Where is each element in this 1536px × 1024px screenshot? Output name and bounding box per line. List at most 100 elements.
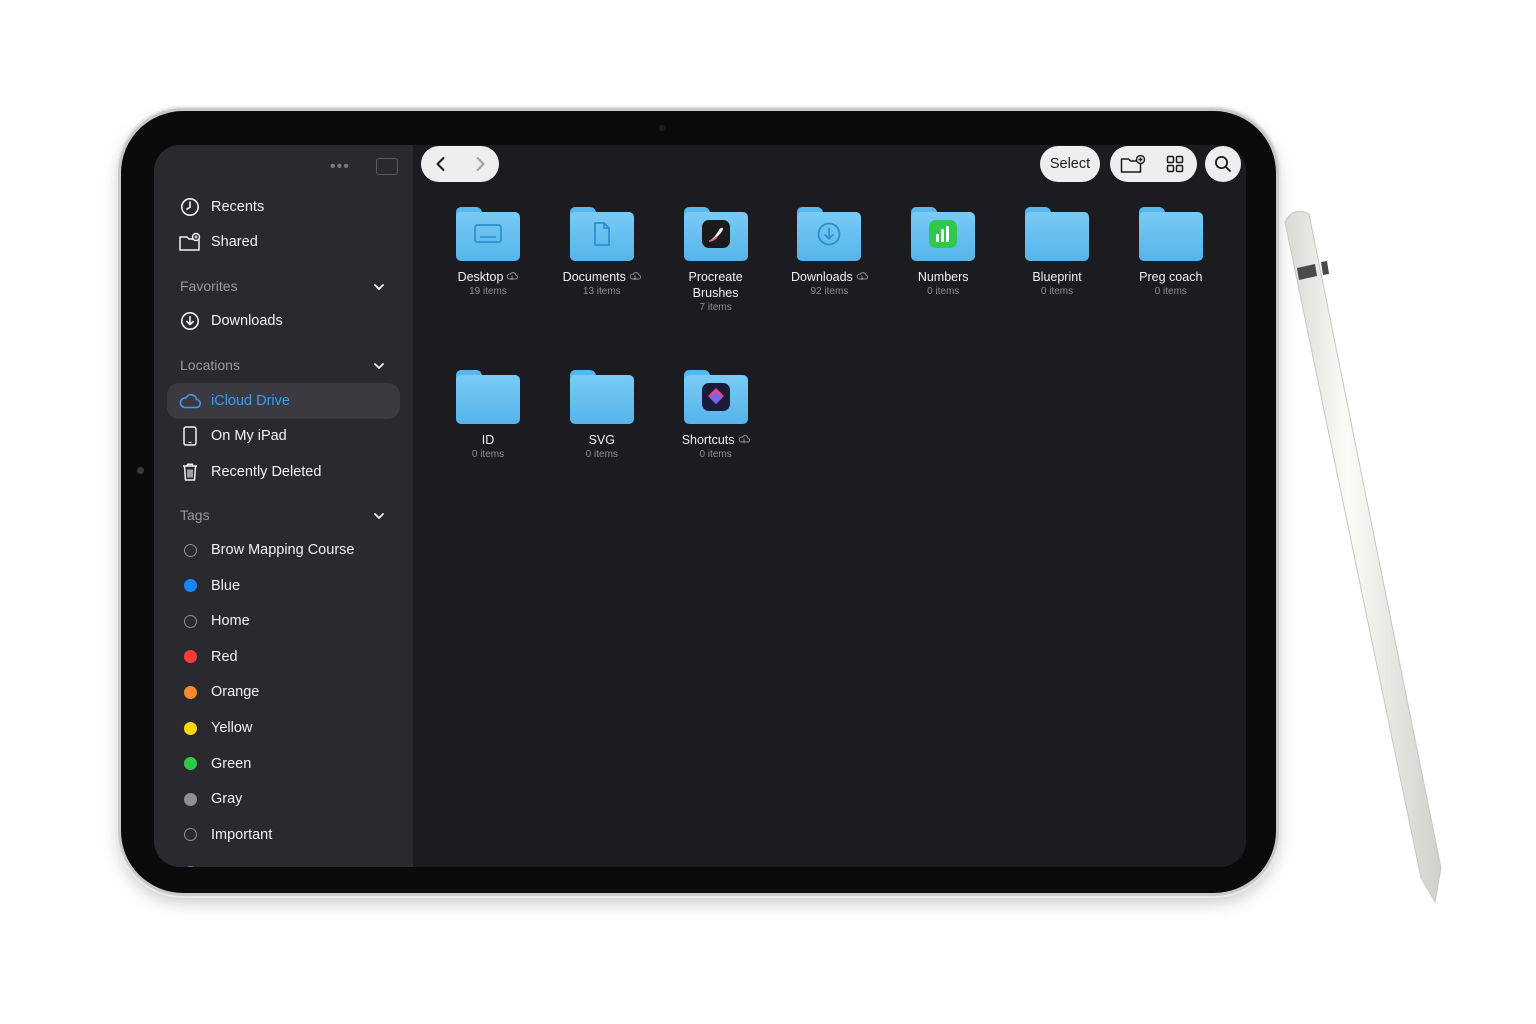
download-circle-icon — [816, 221, 842, 252]
folder-item-count: 7 items — [699, 302, 732, 313]
folder-item-count: 0 items — [699, 449, 732, 460]
folder-icon — [456, 207, 520, 261]
folder-name: Desktop — [457, 270, 504, 284]
folder-name: ID — [481, 433, 495, 447]
tag-dot-icon — [178, 787, 202, 811]
section-locations-title: Locations — [180, 357, 240, 373]
ipad-icon — [178, 424, 202, 448]
tag-dot-icon — [178, 716, 202, 740]
sidebar-item-label: On My iPad — [211, 428, 287, 444]
select-button[interactable]: Select — [1040, 146, 1100, 182]
sidebar-item-tag-important[interactable]: Important — [154, 818, 413, 852]
tag-dot-icon — [178, 538, 202, 562]
folder-name: Documents — [562, 270, 626, 284]
section-tags-title: Tags — [180, 507, 210, 523]
clock-icon — [178, 195, 202, 219]
folder-icon — [456, 370, 520, 424]
sidebar-top-bar: ••• — [154, 155, 413, 179]
select-button-label: Select — [1049, 156, 1091, 172]
sidebar-item-label: Red — [211, 648, 238, 665]
folder-icon — [797, 207, 862, 261]
folder-name: Downloads — [790, 270, 853, 284]
folder-item-shortcuts[interactable]: Shortcuts 0 items — [661, 370, 771, 462]
folder-item-documents[interactable]: Documents 13 items — [547, 207, 657, 299]
sidebar-item-label: Downloads — [211, 313, 283, 329]
forward-button[interactable] — [460, 146, 499, 182]
folder-item-count: 0 items — [585, 449, 618, 460]
sidebar-item-downloads[interactable]: Downloads — [154, 304, 413, 338]
new-folder-icon[interactable] — [1120, 154, 1146, 179]
folder-item-preg-coach[interactable]: Preg coach 0 items — [1116, 207, 1226, 299]
chevron-down-icon[interactable] — [372, 359, 386, 373]
sidebar-item-tag-red[interactable]: Red — [154, 640, 413, 674]
sidebar-item-label: Important — [211, 826, 273, 843]
sidebar-item-tag-brow-mapping-course[interactable]: Brow Mapping Course — [154, 533, 413, 567]
folder-item-svg[interactable]: SVG 0 items — [547, 370, 657, 462]
sidebar-item-icloud-drive[interactable]: iCloud Drive — [154, 384, 413, 418]
folder-item-numbers[interactable]: Numbers 0 items — [888, 207, 998, 299]
numbers-app-icon — [928, 219, 958, 254]
sidebar-item-on-my-ipad[interactable]: On My iPad — [154, 419, 413, 453]
folder-item-count: 92 items — [810, 286, 849, 297]
tag-dot-icon — [178, 823, 202, 847]
folder-item-count: 19 items — [469, 286, 507, 297]
tag-dot-icon — [178, 860, 202, 867]
download-circle-icon — [178, 309, 202, 333]
sidebar-item-label: Blue — [211, 577, 241, 594]
sidebar-item-tag-cut-off[interactable] — [154, 855, 413, 867]
apple-pencil — [1284, 210, 1442, 904]
search-button[interactable] — [1205, 146, 1241, 182]
more-icon[interactable]: ••• — [330, 158, 350, 176]
sidebar-item-tag-yellow[interactable]: Yellow — [154, 711, 413, 745]
folder-icon — [569, 207, 634, 261]
trash-icon — [178, 460, 202, 484]
folder-name: Preg coach — [1139, 270, 1203, 284]
folder-name: SVG — [588, 433, 615, 447]
shared-folder-icon — [178, 230, 202, 254]
sidebar-item-tag-gray[interactable]: Gray — [154, 782, 413, 816]
camera-dot — [659, 125, 665, 131]
folder-icon — [1138, 207, 1203, 261]
sidebar-item-label: Home — [211, 613, 250, 630]
chevron-left-icon — [436, 157, 444, 171]
grid-view-icon[interactable] — [1166, 155, 1184, 178]
navigation-buttons — [421, 146, 499, 182]
folder-icon — [683, 207, 748, 261]
sidebar-item-label: Gray — [211, 791, 243, 808]
sidebar-item-label: Recently Deleted — [211, 464, 322, 480]
folder-icon — [1025, 207, 1089, 261]
folder-item-procreate-brushes[interactable]: Procreate Brushes 7 items — [661, 207, 771, 315]
sidebar-toggle-icon[interactable] — [376, 158, 398, 175]
chevron-down-icon[interactable] — [372, 509, 386, 523]
sidebar-item-recently-deleted[interactable]: Recently Deleted — [154, 455, 413, 489]
toolbar-group — [1110, 146, 1197, 182]
cloud-download-icon — [738, 433, 750, 447]
folder-icon — [683, 370, 748, 424]
folder-item-downloads[interactable]: Downloads 92 items — [774, 207, 884, 299]
folder-item-count: 0 items — [1040, 286, 1074, 297]
folder-icon — [911, 207, 976, 261]
folder-item-count: 13 items — [582, 286, 621, 297]
cloud-icon — [178, 389, 202, 413]
chevron-down-icon[interactable] — [372, 280, 386, 294]
sidebar-item-tag-home[interactable]: Home — [154, 604, 413, 638]
sidebar-item-shared[interactable]: Shared — [154, 225, 413, 259]
sidebar-item-recents[interactable]: Recents — [154, 190, 413, 224]
folder-item-id[interactable]: ID 0 items — [433, 370, 543, 462]
sidebar-item-tag-green[interactable]: Green — [154, 747, 413, 781]
tag-dot-icon — [178, 752, 202, 776]
sidebar-item-label: iCloud Drive — [211, 393, 290, 409]
tag-dot-icon — [178, 609, 202, 633]
side-sensor-dot — [137, 467, 144, 474]
sidebar-item-label: Recents — [211, 199, 265, 215]
chevron-right-icon — [476, 157, 484, 171]
back-button[interactable] — [421, 146, 460, 182]
sidebar-item-tag-orange[interactable]: Orange — [154, 675, 413, 709]
sidebar-item-label: Yellow — [211, 720, 253, 736]
folder-item-blueprint[interactable]: Blueprint 0 items — [1002, 207, 1112, 299]
tag-dot-icon — [178, 574, 202, 598]
folder-item-count: 0 items — [1154, 286, 1187, 297]
folder-item-desktop[interactable]: Desktop 19 items — [433, 207, 543, 299]
sidebar-item-tag-blue[interactable]: Blue — [154, 569, 413, 603]
cloud-download-icon — [506, 270, 519, 284]
